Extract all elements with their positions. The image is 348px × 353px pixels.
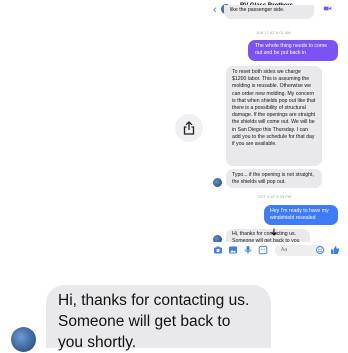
chat-screen: ‹ RV Glass Brothers Business chat like t… bbox=[0, 0, 348, 352]
share-icon bbox=[183, 121, 195, 135]
emoji-icon[interactable] bbox=[315, 245, 325, 255]
video-icon[interactable] bbox=[323, 4, 332, 13]
thumbs-up-icon[interactable] bbox=[330, 245, 340, 255]
zoomed-contact-avatar bbox=[11, 327, 36, 352]
camera-icon[interactable] bbox=[213, 245, 223, 255]
message-bubble-outgoing[interactable]: Hey I'm ready to have my windshield rese… bbox=[264, 205, 338, 225]
message-composer: Aa bbox=[205, 242, 348, 259]
message-bubble-outgoing[interactable]: The whole thing needs to come out and be… bbox=[248, 40, 338, 61]
arrow-down-icon[interactable] bbox=[270, 228, 278, 236]
message-bubble-incoming[interactable]: To reset both sides we charge $1200 labo… bbox=[226, 66, 322, 166]
back-button[interactable]: ‹ bbox=[213, 5, 217, 16]
message-input-placeholder: Aa bbox=[281, 247, 288, 253]
zoomed-message-bubble: Hi, thanks for contacting us. Someone wi… bbox=[46, 285, 271, 351]
image-icon[interactable] bbox=[228, 245, 238, 255]
message-bubble-incoming[interactable]: Typo... if the opening is not straight, … bbox=[226, 169, 322, 188]
message-bubble-incoming[interactable]: like the passenger side. bbox=[224, 5, 314, 19]
contact-avatar-small bbox=[213, 178, 222, 187]
sticker-icon[interactable] bbox=[258, 245, 268, 255]
timestamp: OCT 9 AT 5:35 PM bbox=[258, 195, 292, 199]
timestamp: JUN 17 AT 9:01 AM bbox=[256, 31, 291, 35]
share-button[interactable] bbox=[175, 114, 203, 142]
mic-icon[interactable] bbox=[243, 245, 253, 255]
